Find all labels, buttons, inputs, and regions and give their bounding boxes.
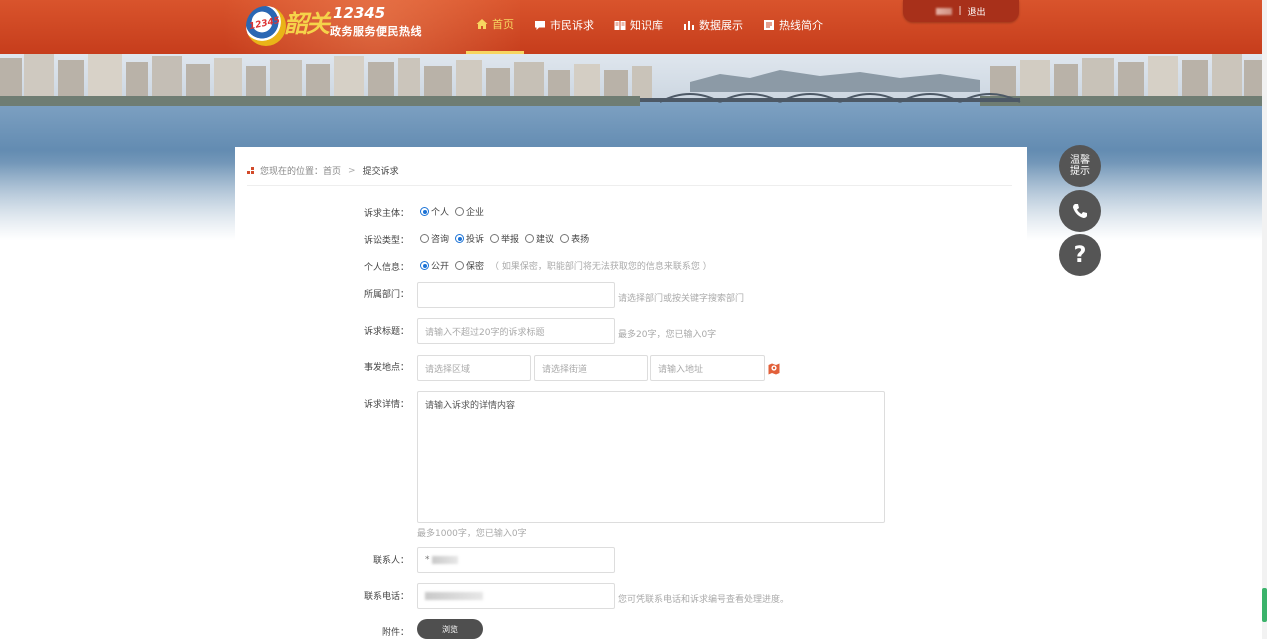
contact-input[interactable]: * bbox=[417, 547, 615, 573]
privacy-option-public-label: 公开 bbox=[431, 262, 450, 272]
type-option-complaint[interactable]: 投诉 bbox=[455, 232, 484, 245]
attachment-label: 附件： bbox=[381, 628, 409, 638]
department-help: 请选择部门或按关键字搜索部门 bbox=[618, 294, 745, 304]
subject-label: 诉求主体： bbox=[363, 209, 409, 219]
nav-hotline-intro-label: 热线简介 bbox=[779, 19, 823, 32]
phone-help: 您可凭联系电话和诉求编号查看处理进度。 bbox=[618, 595, 790, 605]
radio-complaint[interactable] bbox=[455, 234, 465, 243]
contact-prefix: * bbox=[425, 555, 430, 565]
tips-button[interactable]: 温馨 提示 bbox=[1059, 145, 1101, 187]
top-header: 12345 韶关 12345 政务服务便民热线 首页 市民诉求 知识库 数据展示 bbox=[0, 0, 1262, 54]
type-label: 诉讼类型： bbox=[363, 236, 409, 246]
home-icon bbox=[476, 18, 488, 29]
nav-home[interactable]: 首页 bbox=[466, 0, 524, 54]
subject-option-enterprise-label: 企业 bbox=[466, 208, 485, 218]
nav-citizen-appeal-label: 市民诉求 bbox=[550, 19, 594, 32]
logo-subtitle: 政务服务便民热线 bbox=[330, 25, 422, 38]
detail-textarea[interactable]: 请输入诉求的详情内容 bbox=[417, 391, 885, 523]
nav-data-display[interactable]: 数据展示 bbox=[673, 0, 753, 54]
type-option-report-label: 举报 bbox=[501, 235, 520, 245]
privacy-option-public[interactable]: 公开 bbox=[420, 259, 449, 272]
logout-link[interactable]: 退出 bbox=[968, 5, 986, 18]
title-counter: 最多20字，您已输入0字 bbox=[618, 330, 717, 340]
main-nav: 首页 市民诉求 知识库 数据展示 热线简介 bbox=[466, 0, 833, 54]
phone-button[interactable] bbox=[1059, 190, 1101, 232]
user-separator: | bbox=[958, 6, 962, 16]
user-box: | 退出 bbox=[903, 0, 1019, 22]
logo-number: 12345 bbox=[333, 4, 386, 22]
title-input[interactable]: 请输入不超过20字的诉求标题 bbox=[417, 318, 615, 344]
type-option-consult[interactable]: 咨询 bbox=[420, 232, 449, 245]
privacy-options: 公开 保密 （ 如果保密，职能部门将无法获取您的信息来联系您 ） bbox=[420, 259, 712, 272]
radio-consult[interactable] bbox=[420, 234, 429, 243]
chat-icon bbox=[535, 21, 545, 30]
contact-label: 联系人： bbox=[372, 556, 409, 566]
appeal-form: 诉求主体： 个人 企业 诉讼类型： 咨询 投诉 举报 建议 表扬 个人信息： 公… bbox=[235, 147, 1027, 639]
privacy-label: 个人信息： bbox=[363, 263, 409, 273]
type-option-praise-label: 表扬 bbox=[571, 235, 590, 245]
help-button[interactable]: ? bbox=[1059, 234, 1101, 276]
logo-badge-text: 12345 bbox=[248, 15, 282, 33]
nav-citizen-appeal[interactable]: 市民诉求 bbox=[524, 0, 604, 54]
privacy-option-confidential[interactable]: 保密 bbox=[455, 259, 484, 272]
book-icon bbox=[614, 21, 626, 30]
app-root: 12345 韶关 12345 政务服务便民热线 首页 市民诉求 知识库 数据展示 bbox=[0, 0, 1267, 639]
phone-value-blurred bbox=[425, 592, 483, 600]
nav-knowledge-base-label: 知识库 bbox=[630, 19, 663, 32]
detail-counter: 最多1000字，您已输入0字 bbox=[417, 529, 527, 539]
street-select[interactable]: 请选择街道 bbox=[534, 355, 648, 381]
contact-value-blurred bbox=[431, 556, 458, 564]
title-label: 诉求标题： bbox=[363, 327, 409, 337]
logo[interactable]: 12345 韶关 12345 政务服务便民热线 bbox=[246, 4, 436, 46]
map-pin-icon[interactable] bbox=[768, 362, 780, 375]
area-select[interactable]: 请选择区域 bbox=[417, 355, 531, 381]
subject-option-enterprise[interactable]: 企业 bbox=[455, 205, 484, 218]
privacy-option-confidential-label: 保密 bbox=[466, 262, 485, 272]
radio-confidential[interactable] bbox=[455, 261, 465, 270]
type-option-suggestion-label: 建议 bbox=[536, 235, 555, 245]
phone-input[interactable] bbox=[417, 583, 615, 609]
logo-badge: 12345 bbox=[246, 6, 286, 46]
browse-button[interactable]: 浏览 bbox=[417, 619, 483, 639]
type-option-complaint-label: 投诉 bbox=[466, 235, 485, 245]
bar-chart-icon bbox=[684, 21, 694, 30]
department-label: 所属部门： bbox=[363, 290, 409, 300]
scrollbar-thumb[interactable] bbox=[1262, 588, 1267, 622]
type-option-praise[interactable]: 表扬 bbox=[560, 232, 589, 245]
subject-option-personal[interactable]: 个人 bbox=[420, 205, 449, 218]
privacy-note: （ 如果保密，职能部门将无法获取您的信息来联系您 ） bbox=[490, 262, 712, 272]
subject-options: 个人 企业 bbox=[420, 205, 487, 218]
nav-knowledge-base[interactable]: 知识库 bbox=[604, 0, 673, 54]
department-input[interactable] bbox=[417, 282, 615, 308]
radio-report[interactable] bbox=[490, 234, 500, 243]
document-icon bbox=[764, 20, 774, 30]
logo-calligraphy: 韶关 bbox=[284, 9, 330, 38]
address-input[interactable]: 请输入地址 bbox=[650, 355, 765, 381]
phone-label: 联系电话： bbox=[363, 592, 409, 602]
detail-label: 诉求详情： bbox=[363, 400, 409, 410]
phone-icon bbox=[1073, 204, 1087, 218]
radio-praise[interactable] bbox=[560, 234, 570, 243]
nav-hotline-intro[interactable]: 热线简介 bbox=[753, 0, 833, 54]
nav-data-display-label: 数据展示 bbox=[699, 19, 743, 32]
main-panel: 您现在的位置：首页 > 提交诉求 诉求主体： 个人 企业 诉讼类型： 咨询 投诉… bbox=[235, 147, 1027, 639]
radio-suggestion[interactable] bbox=[525, 234, 535, 243]
location-label: 事发地点： bbox=[363, 363, 409, 373]
radio-public[interactable] bbox=[420, 261, 429, 270]
type-option-consult-label: 咨询 bbox=[431, 235, 450, 245]
question-icon: ? bbox=[1073, 242, 1087, 268]
type-options: 咨询 投诉 举报 建议 表扬 bbox=[420, 232, 592, 245]
subject-option-personal-label: 个人 bbox=[431, 208, 450, 218]
radio-personal[interactable] bbox=[420, 207, 429, 216]
nav-home-label: 首页 bbox=[492, 17, 514, 31]
page-scrollbar[interactable] bbox=[1262, 0, 1267, 639]
type-option-suggestion[interactable]: 建议 bbox=[525, 232, 554, 245]
type-option-report[interactable]: 举报 bbox=[490, 232, 519, 245]
radio-enterprise[interactable] bbox=[455, 207, 465, 216]
username-blurred bbox=[936, 7, 953, 15]
